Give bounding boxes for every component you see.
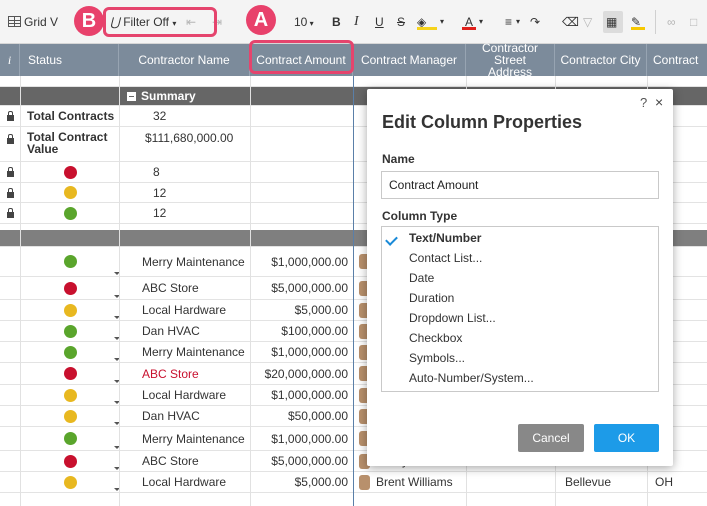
contractor-name-cell[interactable]: Local Hardware (142, 472, 226, 492)
contract-amount-cell[interactable]: $5,000,000.00 (250, 451, 348, 471)
text-color-button[interactable]: A (462, 12, 476, 32)
column-type-option[interactable]: Date (409, 271, 434, 285)
lock-icon (6, 167, 14, 177)
column-type-label: Column Type (382, 209, 458, 223)
contractor-name-cell[interactable]: Local Hardware (142, 385, 226, 405)
contract-amount-cell[interactable]: $1,000,000.00 (250, 385, 348, 405)
contract-amount-cell[interactable]: $5,000.00 (250, 300, 348, 320)
column-type-option[interactable]: Checkbox (409, 331, 462, 345)
status-yellow-icon (64, 303, 77, 317)
status-red-icon (64, 367, 77, 380)
avatar (359, 474, 370, 490)
eraser-icon[interactable]: ⌫ (562, 12, 579, 32)
italic-button[interactable]: I (354, 12, 359, 32)
align-icon[interactable]: ≡ (505, 12, 512, 32)
checkmark-icon (385, 233, 398, 246)
contractor-name-cell[interactable]: Dan HVAC (142, 321, 200, 341)
status-green-icon (64, 345, 77, 359)
annotation-badge-a: A (246, 5, 276, 35)
column-type-list[interactable]: Text/Number Contact List... Date Duratio… (381, 226, 659, 392)
wrap-text-icon[interactable]: ↷ (530, 12, 540, 32)
contractor-name-cell[interactable]: Merry Maintenance (142, 247, 245, 276)
contract-state-cell[interactable]: OH (655, 472, 673, 492)
chevron-down-icon[interactable]: ▾ (440, 12, 444, 32)
edit-column-properties-dialog: ? × Edit Column Properties Name Contract… (367, 89, 673, 466)
status-green-icon (64, 206, 77, 220)
lock-icon (6, 208, 14, 218)
status-red-icon (64, 281, 77, 295)
contract-amount-cell[interactable]: $50,000.00 (250, 406, 348, 426)
column-header-contractor-name[interactable]: Contractor Name (119, 44, 250, 76)
contractor-name-cell[interactable]: ABC Store (142, 363, 199, 384)
contractor-name-cell[interactable]: ABC Store (142, 277, 199, 299)
chevron-down-icon[interactable]: ▾ (479, 12, 483, 32)
contractor-city-cell[interactable]: Bellevue (565, 472, 611, 492)
contract-amount-cell[interactable]: $1,000,000.00 (250, 342, 348, 362)
grid-view-button[interactable]: Grid V (8, 12, 58, 32)
grid-lines-icon[interactable]: ▦ (606, 12, 617, 32)
contract-amount-cell[interactable]: $5,000.00 (250, 472, 348, 492)
status-green-icon (64, 255, 77, 268)
ok-button[interactable]: OK (594, 424, 659, 452)
column-header-attach[interactable]: i (0, 44, 20, 76)
bold-button[interactable]: B (332, 12, 341, 32)
grid-view-icon (8, 16, 21, 27)
column-name-input[interactable]: Contract Amount (381, 171, 659, 199)
more-icon[interactable]: □ (690, 12, 697, 32)
collapse-icon[interactable] (127, 91, 136, 101)
contractor-name-cell[interactable]: Dan HVAC (142, 406, 200, 426)
column-type-option[interactable]: Dropdown List... (409, 311, 496, 325)
contractor-name-cell[interactable]: ABC Store (142, 451, 199, 471)
contract-manager-cell[interactable]: Brent Williams (359, 472, 453, 492)
contract-amount-cell[interactable]: $1,000,000.00 (250, 427, 348, 450)
contractor-name-cell[interactable]: Merry Maintenance (142, 427, 245, 450)
lock-icon (6, 111, 14, 121)
column-header-status[interactable]: Status (20, 44, 119, 76)
dialog-title: Edit Column Properties (382, 112, 583, 132)
status-red-icon (64, 165, 77, 179)
column-type-option[interactable]: Duration (409, 291, 454, 305)
column-header-contract-manager[interactable]: Contract Manager (353, 44, 466, 76)
status-green-icon (64, 432, 77, 445)
contractor-name-cell[interactable]: Local Hardware (142, 300, 226, 320)
chevron-down-icon: ▾ (307, 19, 314, 28)
strikethrough-button[interactable]: S (397, 12, 405, 32)
status-red-icon (64, 454, 77, 468)
column-type-option[interactable]: Text/Number (409, 231, 481, 245)
underline-button[interactable]: U (375, 12, 384, 32)
column-type-option[interactable]: Symbols... (409, 351, 465, 365)
status-yellow-icon (64, 186, 77, 199)
column-header-contract[interactable]: Contract (647, 44, 707, 76)
name-label: Name (382, 152, 415, 166)
contractor-name-cell[interactable]: Merry Maintenance (142, 342, 245, 362)
status-yellow-icon (64, 409, 77, 423)
contract-amount-cell[interactable]: $5,000,000.00 (250, 277, 348, 299)
help-icon[interactable]: ? (640, 95, 647, 110)
conditional-format-icon[interactable]: ▽ (583, 12, 592, 32)
link-icon[interactable]: ∞ (667, 12, 676, 32)
contract-amount-cell[interactable]: $100,000.00 (250, 321, 348, 341)
fill-color-button[interactable]: ◈ (417, 12, 437, 32)
status-green-icon (64, 324, 77, 338)
column-header-contractor-street-address[interactable]: Contractor Street Address (466, 42, 555, 78)
column-type-option[interactable]: Contact List... (409, 251, 482, 265)
column-header-contractor-city[interactable]: Contractor City (555, 44, 647, 76)
contract-amount-cell[interactable]: $1,000,000.00 (250, 247, 348, 276)
info-icon: i (7, 53, 12, 67)
lock-icon (6, 187, 14, 198)
status-yellow-icon (64, 475, 77, 489)
contract-amount-highlight-box (249, 40, 354, 74)
cancel-button[interactable]: Cancel (518, 424, 584, 452)
status-yellow-icon (64, 388, 77, 402)
contract-amount-cell[interactable]: $20,000,000.00 (250, 363, 348, 384)
annotation-badge-b: B (74, 6, 104, 36)
font-size-select[interactable]: 10 ▾ (294, 12, 314, 32)
highlight-icon[interactable]: ✎ (631, 12, 645, 32)
filter-highlight-box (103, 7, 217, 37)
chevron-down-icon[interactable]: ▾ (516, 12, 520, 32)
lock-icon (6, 134, 14, 144)
column-type-option[interactable]: Auto-Number/System... (409, 371, 534, 385)
close-icon[interactable]: × (655, 94, 663, 110)
